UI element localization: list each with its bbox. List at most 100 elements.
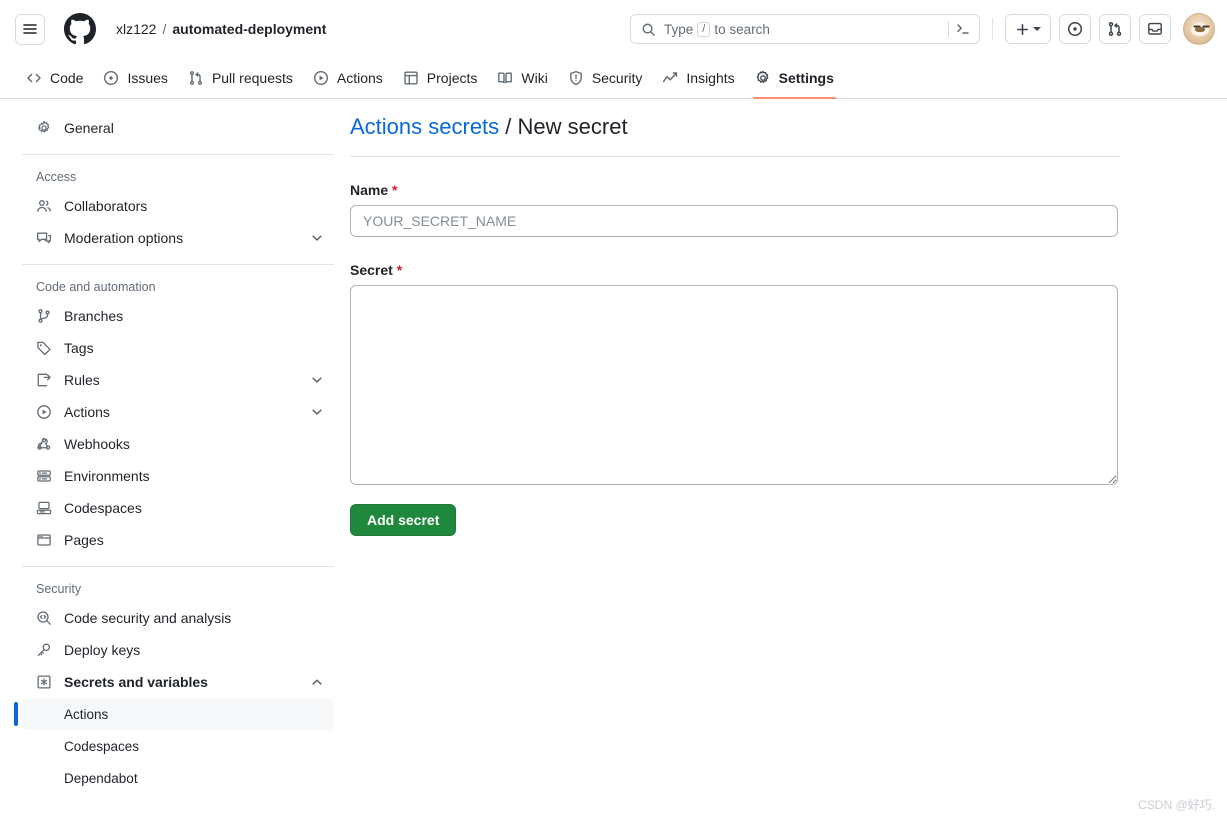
comment-discussion-icon xyxy=(36,230,52,246)
sidebar-item-environments[interactable]: Environments xyxy=(22,460,334,492)
tab-actions[interactable]: Actions xyxy=(303,58,393,98)
webhook-icon xyxy=(36,436,52,452)
sidebar-item-label: Codespaces xyxy=(64,738,140,754)
asterisk-box-icon xyxy=(36,674,52,690)
search-input[interactable]: Type / to search xyxy=(630,14,980,44)
secret-label-text: Secret xyxy=(350,262,393,278)
sidebar-item-label: Branches xyxy=(64,308,124,324)
graph-icon xyxy=(662,70,678,86)
tag-icon xyxy=(36,340,52,356)
search-placeholder-suffix: to search xyxy=(714,21,770,37)
sidebar-item-codespaces[interactable]: Codespaces xyxy=(22,492,334,524)
tab-code[interactable]: Code xyxy=(16,58,93,98)
page-title: Actions secrets / New secret xyxy=(350,112,1120,157)
main-content: Actions secrets / New secret Name * Secr… xyxy=(350,112,1120,536)
repo-name-link[interactable]: automated-deployment xyxy=(172,22,326,36)
sidebar-section-code-and-automation: Code and automation xyxy=(36,280,156,294)
name-label-text: Name xyxy=(350,182,389,198)
tab-issues[interactable]: Issues xyxy=(93,58,177,98)
sidebar-item-pages[interactable]: Pages xyxy=(22,524,334,556)
tab-security[interactable]: Security xyxy=(558,58,653,98)
people-icon xyxy=(36,198,52,214)
sidebar-item-rules[interactable]: Rules xyxy=(22,364,334,396)
sidebar-item-secrets-dependabot[interactable]: Dependabot xyxy=(22,762,334,794)
sidebar-item-webhooks[interactable]: Webhooks xyxy=(22,428,334,460)
key-icon xyxy=(36,642,52,658)
code-scan-icon xyxy=(36,610,52,626)
add-secret-button[interactable]: Add secret xyxy=(350,504,457,536)
chevron-down-icon xyxy=(1033,27,1041,31)
git-pull-request-icon xyxy=(188,70,204,86)
book-icon xyxy=(497,70,513,86)
breadcrumb: xlz122 / automated-deployment xyxy=(116,22,326,36)
chevron-down-icon[interactable] xyxy=(310,231,324,245)
sidebar-item-secrets-codespaces[interactable]: Codespaces xyxy=(22,730,334,762)
breadcrumb-separator: / xyxy=(505,114,512,139)
secret-name-input[interactable] xyxy=(350,205,1118,237)
sidebar-item-label: Codespaces xyxy=(64,500,142,516)
tab-label: Issues xyxy=(127,70,168,86)
sidebar-section-access: Access xyxy=(36,170,77,184)
hamburger-icon[interactable] xyxy=(15,13,45,45)
sidebar-divider xyxy=(22,264,334,265)
sidebar-item-label: Webhooks xyxy=(64,436,130,452)
secret-value-textarea[interactable] xyxy=(350,285,1118,485)
tab-label: Code xyxy=(50,70,84,86)
sidebar-item-general[interactable]: General xyxy=(22,112,334,144)
sidebar-item-label: Collaborators xyxy=(64,198,148,214)
chevron-down-icon[interactable] xyxy=(310,405,324,419)
command-palette-icon[interactable] xyxy=(949,21,971,37)
chevron-up-icon[interactable] xyxy=(310,675,324,689)
settings-sidebar: General Access Collaborators Moderation … xyxy=(0,112,348,794)
browser-icon xyxy=(36,532,52,548)
sidebar-item-label: Tags xyxy=(64,340,94,356)
github-logo-icon[interactable] xyxy=(64,13,96,45)
sidebar-item-label: Actions xyxy=(64,404,110,420)
required-marker: * xyxy=(392,182,398,198)
tab-settings[interactable]: Settings xyxy=(745,58,844,99)
chevron-down-icon[interactable] xyxy=(310,373,324,387)
tab-insights[interactable]: Insights xyxy=(652,58,744,98)
breadcrumb-actions-secrets-link[interactable]: Actions secrets xyxy=(350,114,499,139)
sidebar-item-tags[interactable]: Tags xyxy=(22,332,334,364)
sidebar-item-actions[interactable]: Actions xyxy=(22,396,334,428)
sidebar-item-collaborators[interactable]: Collaborators xyxy=(22,190,334,222)
sidebar-divider xyxy=(22,566,334,567)
breadcrumb-separator: / xyxy=(162,21,167,37)
search-placeholder-prefix: Type xyxy=(664,21,694,37)
repo-owner-link[interactable]: xlz122 xyxy=(116,22,156,36)
tab-wiki[interactable]: Wiki xyxy=(487,58,557,98)
sidebar-item-branches[interactable]: Branches xyxy=(22,300,334,332)
server-icon xyxy=(36,468,52,484)
tab-label: Settings xyxy=(778,70,834,86)
create-new-button[interactable] xyxy=(1005,14,1051,44)
table-icon xyxy=(403,70,419,86)
git-branch-icon xyxy=(36,308,52,324)
sidebar-item-deploy-keys[interactable]: Deploy keys xyxy=(22,634,334,666)
sidebar-item-label: Code security and analysis xyxy=(64,610,232,626)
play-icon xyxy=(313,70,329,86)
tab-projects[interactable]: Projects xyxy=(393,58,488,98)
pull-requests-global-button[interactable] xyxy=(1099,14,1131,44)
sidebar-item-code-security-and-analysis[interactable]: Code security and analysis xyxy=(22,602,334,634)
required-marker: * xyxy=(396,262,403,278)
codespaces-icon xyxy=(36,500,52,516)
tab-label: Actions xyxy=(336,70,383,86)
issue-opened-icon xyxy=(103,70,119,86)
search-icon xyxy=(641,22,656,37)
tab-pull-requests[interactable]: Pull requests xyxy=(178,58,303,98)
inbox-button[interactable] xyxy=(1139,14,1171,44)
page-root: xlz122 / automated-deployment Type / to … xyxy=(0,0,1227,819)
issues-global-button[interactable] xyxy=(1059,14,1091,44)
gear-icon xyxy=(755,70,771,86)
sidebar-item-moderation-options[interactable]: Moderation options xyxy=(22,222,334,254)
sidebar-item-secrets-actions[interactable]: Actions xyxy=(14,698,334,730)
watermark: CSDN @好巧. xyxy=(1138,798,1215,812)
sidebar-item-secrets-and-variables[interactable]: Secrets and variables xyxy=(22,666,334,698)
avatar[interactable] xyxy=(1183,13,1215,45)
sidebar-divider xyxy=(22,154,334,155)
header-actions: Type / to search xyxy=(630,0,1215,58)
gear-icon xyxy=(36,120,52,136)
name-field-label: Name * xyxy=(350,182,1120,198)
sidebar-item-label: Rules xyxy=(64,372,100,388)
